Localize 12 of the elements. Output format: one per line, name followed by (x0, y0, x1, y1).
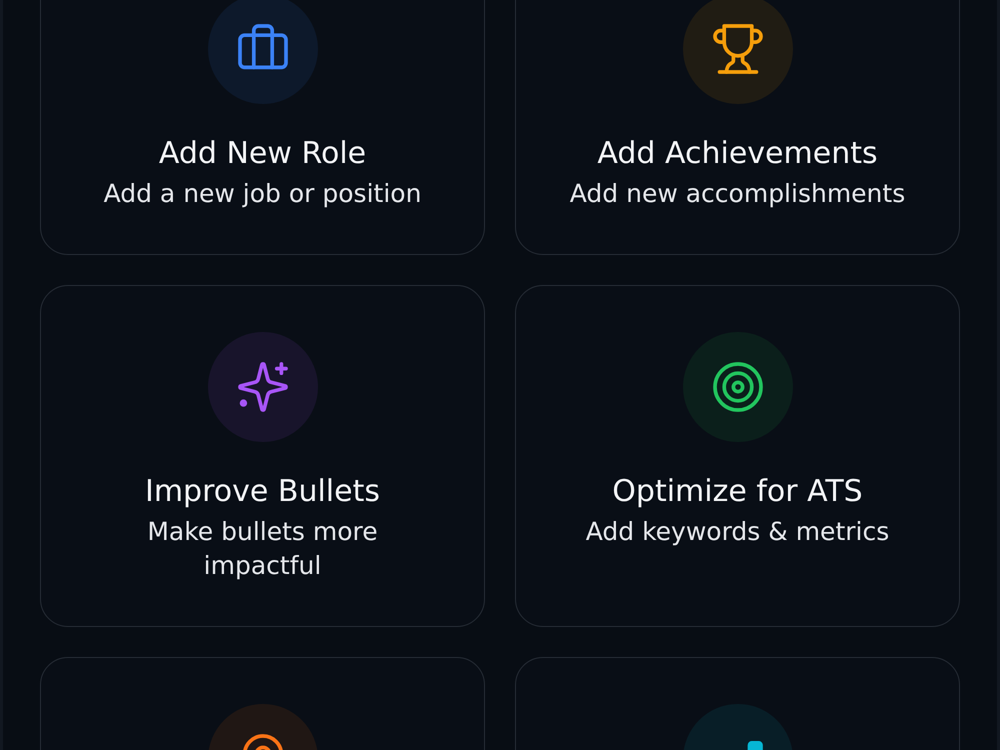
card-description: Add a new job or position (104, 178, 422, 210)
card-title: Add New Role (158, 136, 366, 172)
action-card[interactable]: Optimize for ATS Add keywords & metrics (515, 285, 960, 627)
action-card[interactable]: Add New Role Add a new job or position (40, 0, 485, 255)
card-title: Improve Bullets (144, 474, 380, 510)
action-card[interactable]: Improve Bullets Make bullets more impactful (40, 285, 485, 627)
card-title: Add Achievements (597, 136, 878, 172)
action-card[interactable]: Add Achievements Add new accomplishments (515, 0, 960, 255)
card-description: Add new accomplishments (570, 178, 906, 210)
card-description: Add keywords & metrics (586, 516, 890, 548)
card-description: Make bullets more impactful (146, 516, 379, 582)
card-title: Optimize for ATS (612, 474, 863, 510)
